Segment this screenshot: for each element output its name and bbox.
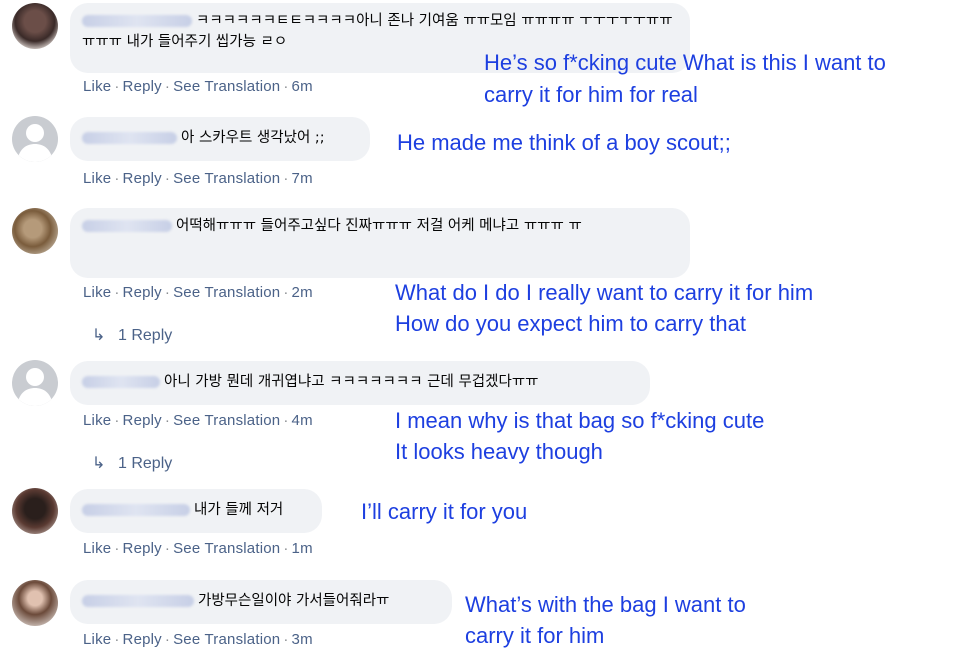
translation-line: I’ll carry it for you <box>361 499 528 524</box>
commenter-name[interactable] <box>82 15 192 27</box>
reply-link[interactable]: Reply <box>123 412 162 429</box>
like-link[interactable]: Like <box>83 631 111 648</box>
avatar[interactable] <box>12 208 58 254</box>
see-translation-link[interactable]: See Translation <box>173 412 280 429</box>
comment-actions: Like · Reply · See Translation · 2m <box>83 284 313 301</box>
comment-time[interactable]: 1m <box>292 540 313 557</box>
commenter-name[interactable] <box>82 504 190 516</box>
comment-bubble: 아니 가방 뭔데 개귀엽냐고 ㅋㅋㅋㅋㅋㅋㅋ 근데 무겁겠다ㅠㅠ <box>70 361 650 405</box>
translation-line: carry it for him for real <box>484 82 698 107</box>
default-avatar-icon <box>17 368 53 406</box>
reply-link[interactable]: Reply <box>123 284 162 301</box>
reply-arrow-icon: ↳ <box>92 455 106 472</box>
reply-link[interactable]: Reply <box>123 540 162 557</box>
comment-time[interactable]: 4m <box>292 412 313 429</box>
reply-link[interactable]: Reply <box>123 631 162 648</box>
comment-bubble: 가방무슨일이야 가서들어줘라ㅠ <box>70 580 452 624</box>
like-link[interactable]: Like <box>83 284 111 301</box>
comment-bubble: 어떡해ㅠㅠㅠ 들어주고싶다 진짜ㅠㅠㅠ 저걸 어케 메냐고 ㅠㅠㅠ ㅠ <box>70 208 690 278</box>
view-replies-link[interactable]: ↳ 1 Reply <box>92 325 172 345</box>
avatar[interactable] <box>12 580 58 626</box>
comment-actions: Like · Reply · See Translation · 6m <box>83 78 313 95</box>
comment-text: 내가 들께 저거 <box>194 502 284 518</box>
see-translation-link[interactable]: See Translation <box>173 284 280 301</box>
comment-actions: Like · Reply · See Translation · 1m <box>83 540 313 557</box>
translation-line: carry it for him <box>465 623 605 648</box>
translation-line: How do you expect him to carry that <box>395 311 746 336</box>
see-translation-link[interactable]: See Translation <box>173 170 280 187</box>
translation-line: He’s so f*cking cute What is this I want… <box>484 50 886 75</box>
comment-actions: Like · Reply · See Translation · 3m <box>83 631 313 648</box>
translation-line: What’s with the bag I want to <box>465 592 746 617</box>
default-avatar-icon <box>17 124 53 162</box>
comment-time[interactable]: 6m <box>292 78 313 95</box>
comment-text: 어떡해ㅠㅠㅠ 들어주고싶다 진짜ㅠㅠㅠ 저걸 어케 메냐고 ㅠㅠㅠ ㅠ <box>176 218 582 234</box>
view-replies-link[interactable]: ↳ 1 Reply <box>92 453 172 473</box>
see-translation-link[interactable]: See Translation <box>173 540 280 557</box>
commenter-name[interactable] <box>82 595 194 607</box>
translation-line: He made me think of a boy scout;; <box>397 130 731 155</box>
comment-bubble: 아 스카우트 생각났어 ;; <box>70 117 370 161</box>
comment-actions: Like · Reply · See Translation · 4m <box>83 412 313 429</box>
like-link[interactable]: Like <box>83 412 111 429</box>
translation-line: What do I do I really want to carry it f… <box>395 280 814 305</box>
comment-text: 가방무슨일이야 가서들어줘라ㅠ <box>198 593 390 609</box>
commenter-name[interactable] <box>82 220 172 232</box>
reply-arrow-icon: ↳ <box>92 327 106 344</box>
comment-text: 아 스카우트 생각났어 ;; <box>181 130 325 146</box>
commenter-name[interactable] <box>82 376 160 388</box>
see-translation-link[interactable]: See Translation <box>173 78 280 95</box>
comment-text: 아니 가방 뭔데 개귀엽냐고 ㅋㅋㅋㅋㅋㅋㅋ 근데 무겁겠다ㅠㅠ <box>164 374 539 390</box>
avatar[interactable] <box>12 360 58 406</box>
translation-line: I mean why is that bag so f*cking cute <box>395 408 765 433</box>
comment-time[interactable]: 7m <box>292 170 313 187</box>
like-link[interactable]: Like <box>83 540 111 557</box>
comment-time[interactable]: 3m <box>292 631 313 648</box>
comment-bubble: 내가 들께 저거 <box>70 489 322 533</box>
translation-line: It looks heavy though <box>395 439 603 464</box>
avatar[interactable] <box>12 488 58 534</box>
avatar[interactable] <box>12 116 58 162</box>
comment-actions: Like · Reply · See Translation · 7m <box>83 170 313 187</box>
comment-time[interactable]: 2m <box>292 284 313 301</box>
commenter-name[interactable] <box>82 132 177 144</box>
like-link[interactable]: Like <box>83 170 111 187</box>
like-link[interactable]: Like <box>83 78 111 95</box>
reply-link[interactable]: Reply <box>123 170 162 187</box>
see-translation-link[interactable]: See Translation <box>173 631 280 648</box>
avatar[interactable] <box>12 3 58 49</box>
reply-link[interactable]: Reply <box>123 78 162 95</box>
